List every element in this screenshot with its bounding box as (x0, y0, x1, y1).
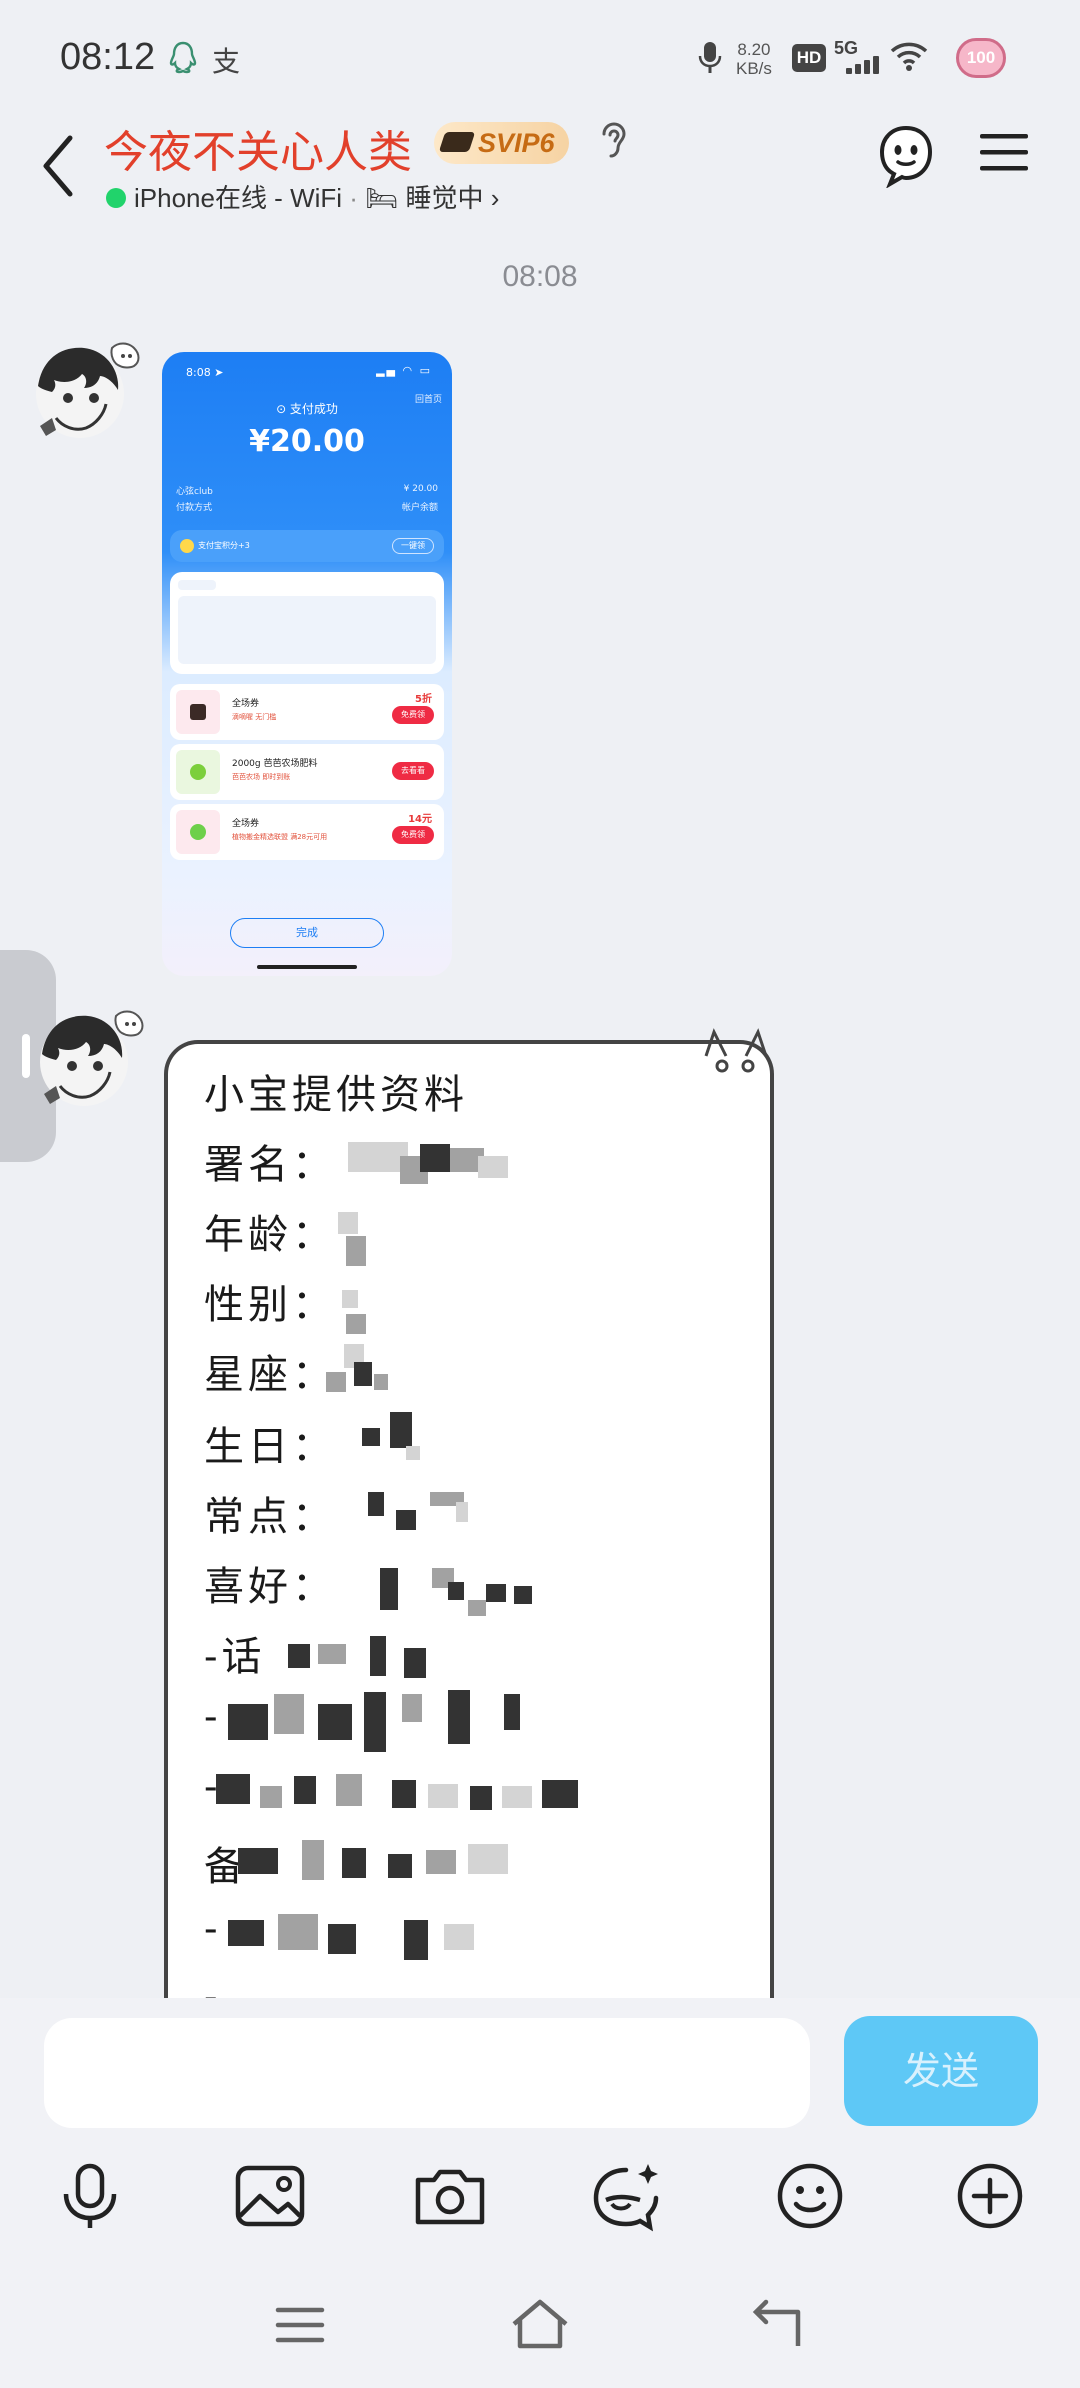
send-button[interactable]: 发送 (844, 2016, 1038, 2126)
note-field: 常点： (204, 1494, 336, 1540)
note-field: 星座： (204, 1352, 336, 1398)
signal-icon (846, 56, 882, 74)
sender-avatar[interactable] (24, 990, 152, 1118)
message-timestamp: 08:08 (502, 260, 578, 293)
note-field: 署名： (204, 1142, 336, 1188)
plus-icon[interactable] (950, 2156, 1030, 2236)
menu-button[interactable] (976, 124, 1032, 185)
note-line: -话 (204, 1634, 266, 1680)
bed-icon: 🛏 (365, 183, 399, 213)
ear-icon[interactable] (596, 120, 628, 169)
message-input[interactable] (44, 2018, 810, 2128)
recent-apps-button[interactable] (260, 2290, 340, 2360)
contact-name[interactable]: 今夜不关心人类 (104, 116, 412, 180)
alipay-notification-icon: 支 (212, 45, 241, 78)
wifi-icon (890, 40, 928, 77)
online-dot-icon (106, 188, 126, 209)
note-field: 生日： (204, 1424, 336, 1470)
network-speed: 8.20 KB/s (736, 40, 772, 78)
image-message-note[interactable]: 小宝提供资料 署名： 年龄： 性别： 星座： 生日： 常点： 喜好： -话 - … (164, 1040, 774, 2000)
coupon-row: 2000g 芭芭农场肥料 芭芭农场 即时到账 去看看 (170, 744, 444, 800)
coin-icon (180, 539, 194, 553)
hd-voice-icon: HD (792, 44, 826, 72)
online-status[interactable]: iPhone在线 - WiFi · 🛏 睡觉中 › (106, 178, 499, 215)
image-message[interactable]: 8:08 ➤ ▂▄ ◠ ▭ 回首页 ⊙ 支付成功 ¥20.00 心弦club ¥ … (162, 352, 452, 976)
mic-active-icon (698, 40, 722, 84)
note-line: - (204, 1694, 222, 1740)
svip-crown-icon (438, 131, 476, 152)
coupon-row: 全场券 滴嘀喔 无门槛 5折 免费领 (170, 684, 444, 740)
status-bar: 08:12 支 8.20 KB/s HD 5G 100 (0, 0, 1080, 116)
note-field: 喜好： (204, 1564, 336, 1610)
ad-placeholder (170, 572, 444, 674)
note-field: 年龄： (204, 1212, 336, 1258)
qq-mascot-button[interactable] (876, 124, 936, 193)
image-icon[interactable] (230, 2156, 310, 2236)
coupon-row: 全场券 植物搬金精选联盟 满28元可用 14元 免费领 (170, 804, 444, 860)
phone-status-icons: ▂▄ ◠ ▭ (376, 364, 432, 377)
back-nav-button[interactable] (740, 2290, 820, 2360)
note-title: 小宝提供资料 (204, 1072, 468, 1118)
camera-icon[interactable] (410, 2156, 490, 2236)
qq-notification-icon (168, 40, 198, 82)
system-nav-bar (0, 2270, 1080, 2388)
cat-ears-icon (700, 1028, 772, 1093)
svip-badge[interactable]: SVIP6 (434, 122, 569, 164)
chat-header: 今夜不关心人类 SVIP6 iPhone在线 - WiFi · 🛏 睡觉中 › (0, 110, 1080, 230)
home-button[interactable] (500, 2290, 580, 2360)
back-button[interactable] (36, 126, 80, 206)
note-field: 性别： (204, 1282, 336, 1328)
sender-avatar[interactable] (20, 322, 148, 450)
chevron-right-icon: › (490, 183, 500, 213)
emoji-icon[interactable] (770, 2156, 850, 2236)
status-time: 08:12 (60, 36, 156, 78)
sticker-icon[interactable] (586, 2156, 666, 2236)
note-line: - (204, 1974, 222, 2000)
microphone-icon[interactable] (50, 2156, 130, 2236)
note-line: - (204, 1906, 222, 1952)
battery-icon: 100 (956, 38, 1006, 78)
